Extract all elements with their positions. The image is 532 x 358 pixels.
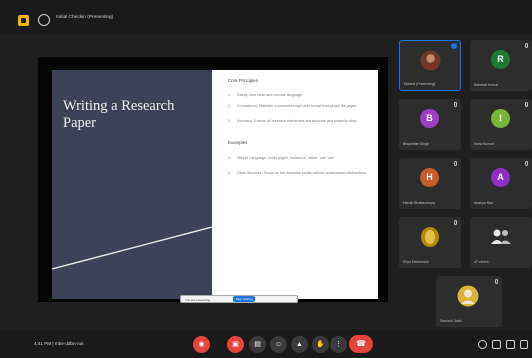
activities-icon[interactable]	[520, 340, 528, 349]
camera-toggle-button[interactable]: ▣	[227, 336, 244, 353]
participant-name: Indra Kumari	[474, 142, 495, 146]
participant-name: Bhupinder Singh	[403, 142, 429, 146]
section-heading: Examples	[228, 140, 248, 145]
others-tile[interactable]: 47 others	[470, 217, 532, 268]
end-call-button[interactable]: ☎	[349, 335, 373, 353]
mic-icon	[525, 43, 528, 48]
list-item: 1. Clarity: Use clear and concise languag…	[228, 93, 304, 97]
end-call-icon: ☎	[356, 339, 366, 348]
raise-hand-button[interactable]: ✋	[312, 336, 329, 353]
mic-icon	[454, 102, 457, 107]
participant-name: Priya Deshmukh	[403, 260, 429, 264]
mic-off-icon: ◉	[198, 341, 205, 348]
meeting-title: Initial Checkin (Presenting)	[56, 15, 114, 20]
participant-name: Santosh Joshi	[440, 319, 462, 323]
emoji-button[interactable]: ☺	[270, 336, 287, 353]
stop-sharing-button[interactable]: Stop sharing	[233, 296, 255, 302]
list-item: 2. Clear Structure: Focus on the essentia…	[228, 171, 367, 175]
emoji-icon: ☺	[274, 341, 283, 348]
presentation-slide: Writing a Research Paper Core Principles…	[52, 70, 378, 303]
participant-tile[interactable]: A Ananya Rao	[470, 158, 532, 209]
participant-avatar: I	[491, 109, 510, 128]
people-icon[interactable]	[492, 340, 501, 349]
participant-avatar: B	[420, 109, 439, 128]
participant-name: Nodeal (Presenting)	[404, 82, 436, 86]
top-bar: Initial Checkin (Presenting)	[0, 0, 532, 34]
participant-name: Ananya Rao	[474, 201, 494, 205]
more-icon: ⋮	[335, 341, 342, 348]
info-icon[interactable]	[478, 340, 487, 349]
presenting-bar: You are presenting Stop sharing	[180, 295, 298, 303]
participant-tile[interactable]: Priya Deshmukh	[399, 217, 461, 268]
present-button[interactable]: ▲	[291, 336, 308, 353]
participant-tile[interactable]: Santosh Joshi	[436, 276, 502, 327]
mic-toggle-button[interactable]: ◉	[193, 336, 210, 353]
captions-button[interactable]: ▤	[249, 336, 266, 353]
participant-name: Ramesh Kumar	[474, 83, 499, 87]
participant-name: 47 others	[474, 260, 489, 264]
people-icon	[491, 229, 511, 244]
participant-photo-avatar	[420, 50, 441, 71]
participant-tile[interactable]: B Bhupinder Singh	[399, 99, 461, 150]
participant-avatar: A	[491, 168, 510, 187]
participant-tile[interactable]: R Ramesh Kumar	[470, 40, 532, 91]
participant-photo-avatar	[457, 285, 479, 307]
chat-icon[interactable]	[506, 340, 515, 349]
meeting-icon[interactable]	[38, 14, 50, 26]
presenting-text: You are presenting	[185, 297, 211, 302]
captions-icon: ▤	[254, 341, 261, 348]
participant-tile[interactable]: Nodeal (Presenting)	[399, 40, 461, 91]
mic-icon	[454, 220, 457, 225]
participant-tile[interactable]: I Indra Kumari	[470, 99, 532, 150]
participant-tile[interactable]: H Hardik Bhattacharya	[399, 158, 461, 209]
hand-icon: ✋	[316, 341, 325, 348]
mic-icon	[525, 102, 528, 107]
mic-icon	[495, 279, 498, 284]
app-logo-icon	[18, 15, 29, 26]
speaking-badge-icon	[451, 43, 457, 49]
mic-icon	[454, 161, 457, 166]
section-heading: Core Principles	[228, 78, 258, 83]
list-item: 2. Consistency: Maintain a consistent sty…	[228, 104, 358, 108]
list-item: 1. Simple Language: Avoid jargon; instead…	[228, 156, 336, 160]
list-item: 3. Accuracy: Ensure all research referenc…	[228, 119, 358, 123]
slide-title-panel: Writing a Research Paper	[52, 70, 212, 299]
mic-icon	[525, 161, 528, 166]
participant-photo-avatar	[421, 227, 439, 247]
slide-content-panel: Core Principles 1. Clarity: Use clear and…	[212, 70, 378, 299]
participant-avatar: H	[420, 168, 439, 187]
participant-avatar: R	[491, 50, 510, 69]
camera-off-icon: ▣	[232, 341, 239, 348]
present-icon: ▲	[296, 341, 303, 348]
slide-decoration-line	[52, 226, 212, 270]
meeting-time-and-code: 4:41 PM | mbe-ddbn-rus	[34, 341, 84, 346]
participant-name: Hardik Bhattacharya	[403, 201, 435, 205]
bottom-control-bar: 4:41 PM | mbe-ddbn-rus ◉ ▣ ▤ ☺ ▲ ✋ ⋮ ☎	[0, 330, 532, 358]
more-options-button[interactable]: ⋮	[330, 336, 347, 353]
